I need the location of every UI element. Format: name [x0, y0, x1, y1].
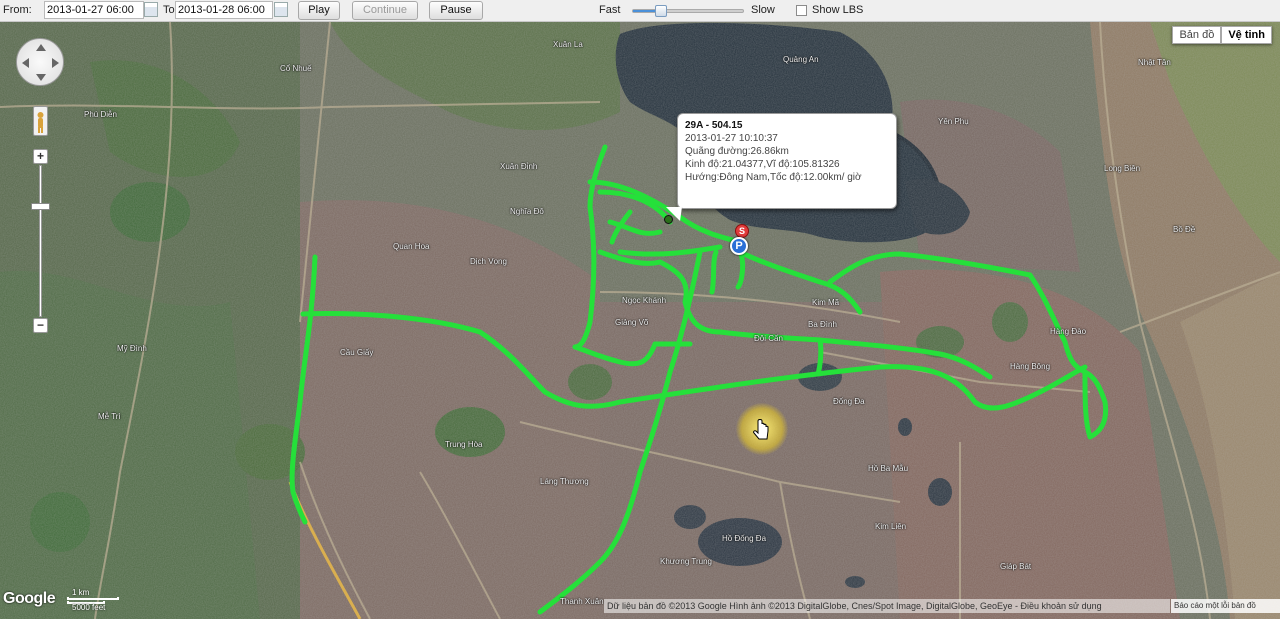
from-date-input[interactable] — [44, 1, 144, 19]
slow-label: Slow — [751, 4, 775, 16]
map-label: Đống Đa — [833, 397, 865, 406]
satellite-view-button[interactable]: Vệ tinh — [1221, 26, 1272, 44]
show-lbs-checkbox[interactable] — [796, 5, 807, 16]
info-distance: Quãng đường:26.86km — [685, 146, 789, 157]
map-label: Hàng Bông — [1010, 362, 1051, 371]
to-date-input[interactable] — [175, 1, 273, 19]
scale-feet: 5000 feet — [72, 603, 106, 612]
vehicle-info-window: 29A - 504.15 2013-01-27 10:10:37 Quãng đ… — [677, 113, 897, 209]
to-calendar-icon[interactable] — [274, 2, 288, 17]
map-type-control: Bản đồ Vệ tinh — [1172, 26, 1272, 44]
map-label: Nhật Tân — [1138, 58, 1171, 67]
map-label: Láng Thượng — [540, 477, 589, 486]
play-button[interactable]: Play — [298, 1, 340, 20]
map-label: Trung Hòa — [445, 440, 483, 449]
map-label: Bồ Đề — [1173, 225, 1196, 234]
zoom-slider-track[interactable] — [39, 165, 42, 317]
pan-up-icon[interactable] — [36, 44, 46, 51]
hand-cursor-icon — [753, 419, 769, 440]
map-label: Mỹ Đình — [117, 344, 147, 353]
map-label: Dịch Vọng — [470, 257, 507, 266]
cursor-highlight — [736, 403, 788, 455]
map-label: Giảng Võ — [615, 318, 649, 327]
map-label: Hồ Đống Đa — [722, 534, 767, 543]
pan-left-icon[interactable] — [22, 58, 29, 68]
google-logo[interactable]: Google — [3, 590, 56, 608]
map-label: Quan Hoa — [393, 242, 430, 251]
map-label: Xuân Đỉnh — [500, 162, 538, 171]
start-marker[interactable]: S — [735, 224, 749, 238]
satellite-map[interactable]: Xuân La Phú Diễn Cổ Nhuế Nghĩa Đô Quan H… — [0, 22, 1280, 619]
show-lbs-label: Show LBS — [812, 4, 864, 16]
map-label: Long Biên — [1104, 164, 1141, 173]
map-label: Đội Cấn — [754, 334, 783, 343]
map-label: Yên Phụ — [938, 117, 969, 126]
map-label: Ba Đình — [808, 320, 837, 329]
zoom-slider-thumb[interactable] — [31, 203, 50, 210]
zoom-out-button[interactable]: − — [33, 318, 48, 333]
speed-slider[interactable] — [632, 5, 744, 17]
map-label: Cổ Nhuế — [280, 64, 312, 73]
map-view-button[interactable]: Bản đồ — [1172, 26, 1222, 44]
info-time: 2013-01-27 10:10:37 — [685, 133, 778, 144]
map-label: Hồ Ba Mẫu — [868, 464, 909, 473]
report-map-error-link[interactable]: Báo cáo một lỗi bản đồ — [1171, 599, 1280, 613]
parking-marker[interactable]: P — [730, 237, 748, 255]
info-coordinates: Kinh độ:21.04377,Vĩ độ:105.81326 — [685, 159, 840, 170]
map-label: Hàng Đào — [1050, 327, 1087, 336]
pan-down-icon[interactable] — [36, 74, 46, 81]
vehicle-plate: 29A - 504.15 — [685, 120, 743, 131]
to-label: To — [163, 4, 175, 16]
map-attribution[interactable]: Dữ liệu bản đồ ©2013 Google Hình ảnh ©20… — [604, 599, 1170, 613]
map-label: Khương Trung — [660, 557, 712, 566]
map-label: Phú Diễn — [84, 110, 117, 119]
info-heading-speed: Hướng:Đông Nam,Tốc độ:12.00km/ giờ — [685, 172, 862, 183]
map-label: Mễ Trì — [98, 412, 121, 421]
map-label: Ngọc Khánh — [622, 296, 667, 305]
speed-slider-handle[interactable] — [655, 5, 667, 17]
zoom-in-button[interactable]: + — [33, 149, 48, 164]
scale-km: 1 km — [72, 588, 90, 597]
fast-label: Fast — [599, 4, 621, 16]
map-label: Kim Liên — [875, 522, 907, 531]
map-label: Nghĩa Đô — [510, 207, 544, 216]
map-label: Giáp Bát — [1000, 562, 1032, 571]
map-scale: 1 km 5000 feet — [66, 587, 122, 612]
from-label: From: — [3, 4, 32, 16]
pause-button[interactable]: Pause — [429, 1, 483, 20]
playback-toolbar: From: To Play Continue Pause Fast Slow S… — [0, 0, 1280, 22]
continue-button[interactable]: Continue — [352, 1, 418, 20]
map-label: Thanh Xuân — [560, 597, 604, 606]
map-label: Quảng An — [783, 55, 819, 64]
pan-right-icon[interactable] — [52, 58, 59, 68]
map-label: Kim Mã — [812, 298, 840, 307]
street-view-pegman-icon[interactable] — [33, 106, 48, 136]
pan-control[interactable] — [16, 38, 64, 86]
map-label: Cầu Giấy — [340, 348, 374, 357]
map-label: Xuân La — [553, 40, 583, 49]
from-calendar-icon[interactable] — [144, 2, 158, 17]
